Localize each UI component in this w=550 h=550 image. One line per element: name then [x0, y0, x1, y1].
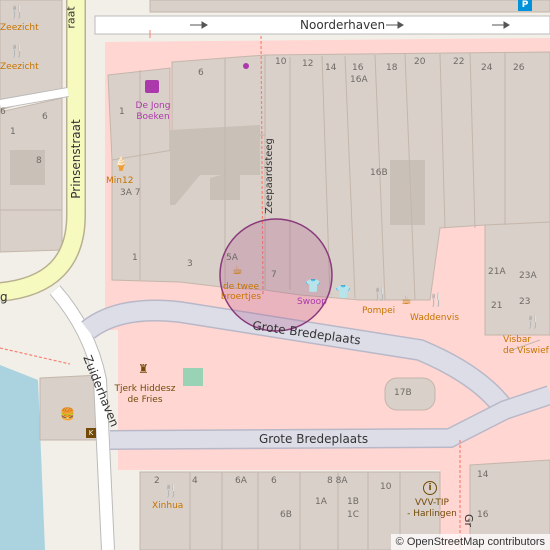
map-attribution[interactable]: © OpenStreetMap contributors — [390, 534, 550, 550]
house-number: 20 — [414, 57, 426, 67]
poi-zeezicht-1[interactable]: Zeezicht — [0, 24, 39, 33]
house-number: 1 — [132, 253, 138, 263]
street-label-grote-bredeplaats-lower: Grote Bredeplaats — [259, 432, 369, 446]
street-label-prinsenstraat: Prinsenstraat — [69, 119, 83, 199]
copyright-symbol: © — [395, 536, 404, 548]
house-number: 5A — [226, 253, 238, 263]
grass-patch — [183, 368, 203, 386]
house-number: 1 — [119, 107, 125, 117]
parking-icon[interactable]: P — [518, 0, 532, 11]
house-number: 14 — [325, 63, 337, 73]
poi-xinhua[interactable]: Xinhua — [152, 502, 183, 511]
house-number: 8 — [36, 156, 42, 166]
shop-dot-icon[interactable] — [243, 63, 249, 69]
poi-de-twee-broertjes[interactable]: de twee broertjes — [214, 282, 268, 303]
cafe-icon[interactable]: ☕ — [232, 264, 243, 276]
street-label-partial-g: g — [0, 290, 8, 304]
street-label-partial-gr: Gr — [462, 513, 476, 528]
street-label-partial-straat: raat — [64, 6, 78, 29]
house-number: 1 — [10, 127, 16, 137]
house-number: 6A — [235, 476, 247, 486]
restaurant-icon[interactable]: 🍴 — [525, 316, 541, 329]
house-number: 2 — [154, 476, 160, 486]
house-number: 1A — [315, 497, 327, 507]
restaurant-icon[interactable]: 🍴 — [9, 45, 25, 58]
poi-vvv-tip[interactable]: VVV-TIP - Harlingen — [402, 498, 462, 520]
poi-pompei[interactable]: Pompei — [362, 307, 395, 316]
house-number: 23A — [519, 271, 537, 281]
water-body — [0, 365, 45, 550]
house-number: 10 — [275, 57, 287, 67]
attribution-link[interactable]: OpenStreetMap contributors — [407, 536, 545, 548]
cafe-icon[interactable]: ☕ — [401, 294, 412, 306]
house-number: 21A — [488, 267, 506, 277]
house-number: 3 — [187, 259, 193, 269]
poi-zeezicht-2[interactable]: Zeezicht — [0, 63, 39, 72]
poi-visbar[interactable]: Visbar de Viswief — [503, 335, 549, 357]
house-number: 26 — [513, 63, 525, 73]
house-number: 6 — [42, 112, 48, 122]
map-canvas[interactable]: P Noorderhaven Prinsenstraat raat Zeepaa… — [0, 0, 550, 550]
ice-cream-icon[interactable]: 🍦 — [113, 158, 129, 171]
house-number: 24 — [481, 63, 493, 73]
poi-swoop[interactable]: Swoop — [297, 298, 327, 307]
house-number: 1C — [347, 510, 360, 520]
house-number: 23 — [519, 297, 531, 307]
museum-icon[interactable]: K — [86, 428, 96, 438]
house-number: 3A 7 — [120, 188, 141, 198]
restaurant-icon[interactable]: 🍴 — [163, 485, 179, 498]
house-number: 22 — [453, 57, 465, 67]
house-number: 16A — [350, 75, 368, 85]
book-icon[interactable] — [145, 80, 159, 93]
street-label-zeepaardsteeg: Zeepaardsteeg — [264, 138, 275, 214]
house-number: 12 — [302, 59, 314, 69]
fast-food-icon[interactable]: 🍔 — [60, 408, 75, 420]
house-number: 1B — [347, 497, 359, 507]
house-number: 16 — [477, 510, 489, 520]
clothes-icon[interactable]: 👕 — [335, 286, 351, 299]
house-number: 18 — [386, 63, 398, 73]
restaurant-icon[interactable]: 🍴 — [372, 288, 388, 301]
restaurant-icon[interactable]: 🍴 — [428, 294, 444, 307]
house-number: 14 — [477, 470, 489, 480]
house-number: 7 — [271, 270, 277, 280]
house-number: 6 — [0, 107, 6, 117]
house-number: 6 — [271, 476, 277, 486]
poi-min12[interactable]: Min12 — [106, 177, 133, 186]
monument-icon[interactable]: ♜ — [138, 363, 149, 375]
info-icon[interactable]: i — [423, 481, 437, 495]
house-number: 16B — [370, 168, 388, 178]
house-number: 8 8A — [327, 476, 348, 486]
house-number: 17B — [394, 388, 412, 398]
poi-tjerk-hiddesz[interactable]: Tjerk Hiddesz de Fries — [110, 384, 180, 406]
house-number: 10 — [380, 482, 392, 492]
street-label-noorderhaven: Noorderhaven — [300, 18, 386, 32]
house-number: 4 — [192, 476, 198, 486]
poi-waddenvis[interactable]: Waddenvis — [410, 314, 459, 323]
house-number: 21 — [491, 301, 503, 311]
clothes-icon[interactable]: 👕 — [305, 280, 321, 293]
house-number: 6B — [280, 510, 292, 520]
poi-de-jong-boeken[interactable]: De Jong Boeken — [125, 101, 181, 123]
house-number: 6 — [198, 68, 204, 78]
restaurant-icon[interactable]: 🍴 — [9, 6, 25, 19]
house-number: 16 — [352, 63, 364, 73]
